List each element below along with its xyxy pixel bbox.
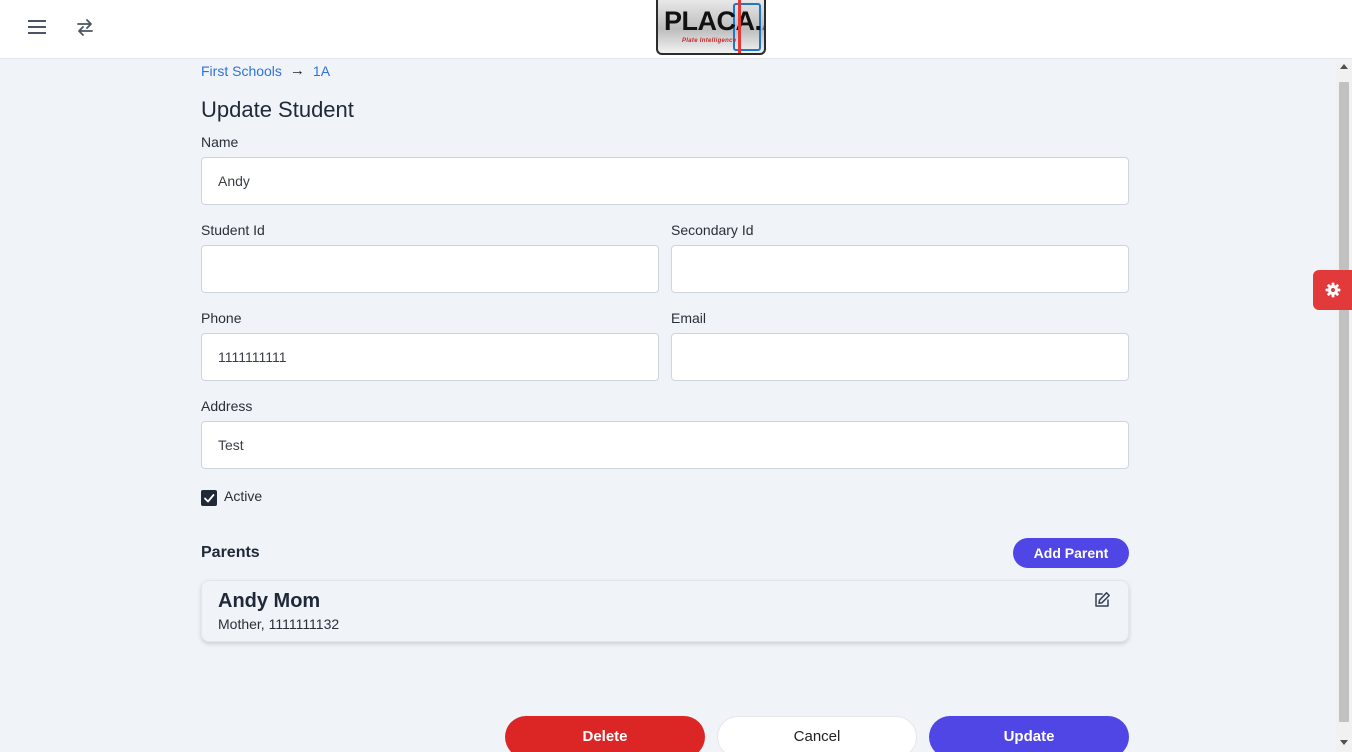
scrollbar-thumb[interactable] — [1339, 82, 1349, 722]
logo[interactable]: PLACA.AI Plate Intelligence — [656, 0, 766, 55]
name-input[interactable] — [201, 157, 1129, 205]
menu-button[interactable] — [24, 14, 50, 40]
address-input[interactable] — [201, 421, 1129, 469]
secondary-id-label: Secondary Id — [671, 222, 754, 238]
swap-arrows-icon — [77, 19, 93, 36]
logo-tagline: Plate Intelligence — [682, 38, 737, 44]
secondary-id-input[interactable] — [671, 245, 1129, 293]
add-parent-button[interactable]: Add Parent — [1013, 538, 1129, 568]
edit-icon — [1095, 592, 1110, 607]
phone-label: Phone — [201, 310, 242, 326]
cancel-button[interactable]: Cancel — [717, 716, 917, 752]
email-label: Email — [671, 310, 707, 326]
top-bar: PLACA.AI Plate Intelligence — [0, 0, 1352, 59]
scroll-down-arrow[interactable] — [1340, 740, 1348, 745]
parent-card: Andy Mom Mother, 1111111132 — [201, 580, 1129, 642]
menu-icon — [28, 20, 46, 34]
breadcrumb-separator: → — [289, 62, 305, 79]
logo-bar — [738, 0, 741, 53]
logo-text: PLACA.AI — [664, 6, 764, 36]
parent-name: Andy Mom — [218, 590, 321, 612]
student-id-label: Student Id — [201, 222, 265, 238]
phone-input[interactable] — [201, 333, 659, 381]
active-checkbox[interactable] — [201, 490, 217, 506]
gear-icon — [1325, 282, 1340, 298]
scroll-up-arrow[interactable] — [1340, 64, 1348, 69]
edit-parent-button[interactable] — [1092, 590, 1112, 610]
check-icon — [204, 494, 215, 503]
student-id-input[interactable] — [201, 245, 659, 293]
settings-button[interactable] — [1313, 270, 1352, 310]
breadcrumb: First Schools → 1A — [201, 62, 330, 79]
parent-details: Mother, 1111111132 — [218, 616, 340, 632]
breadcrumb-class-link[interactable]: 1A — [313, 63, 330, 79]
update-button[interactable]: Update — [929, 716, 1129, 752]
address-label: Address — [201, 398, 253, 414]
email-input[interactable] — [671, 333, 1129, 381]
parents-section-title: Parents — [201, 544, 260, 561]
name-label: Name — [201, 134, 239, 150]
breadcrumb-school-link[interactable]: First Schools — [201, 63, 282, 79]
active-label: Active — [224, 488, 263, 504]
switch-button[interactable] — [72, 14, 98, 40]
delete-button[interactable]: Delete — [505, 716, 705, 752]
page-title: Update Student — [201, 97, 354, 122]
